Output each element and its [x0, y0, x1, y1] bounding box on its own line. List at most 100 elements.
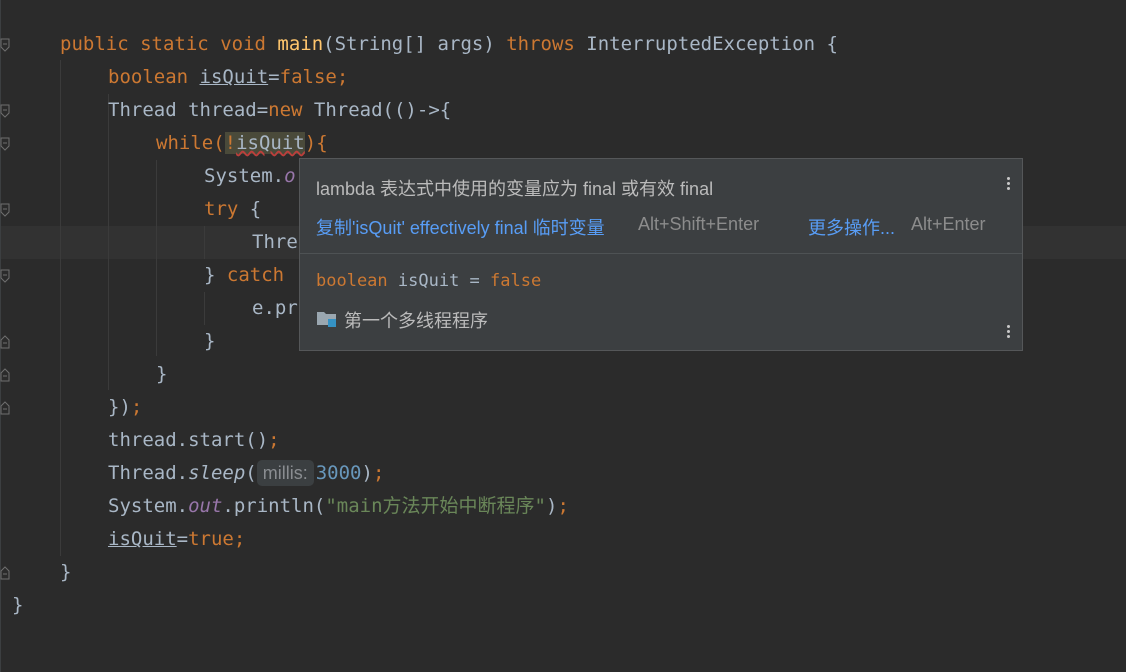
code-line-6: try { — [204, 193, 261, 226]
fold-marker-icon[interactable] — [0, 368, 10, 382]
semicolon: ; — [372, 462, 385, 484]
brace: } — [204, 330, 216, 352]
field: o — [284, 165, 296, 187]
method-call: thread.start() — [108, 429, 269, 451]
brace: } — [60, 561, 72, 583]
paren: ) — [361, 462, 373, 484]
constructor-call: Thread(()->{ — [302, 99, 452, 121]
brace: } — [156, 363, 168, 385]
fold-marker-icon[interactable] — [0, 38, 10, 52]
indent-guide — [204, 226, 205, 259]
declaration: Thread thread= — [108, 99, 269, 121]
paren: ( — [213, 132, 225, 154]
code-line-8: } catch — [204, 259, 284, 292]
literal: false — [490, 271, 542, 291]
inspection-popup: lambda 表达式中使用的变量应为 final 或有效 final 复制'is… — [299, 158, 1023, 351]
code-line-10: } — [204, 325, 215, 358]
code-text: e.pr — [252, 297, 298, 319]
brace: } — [204, 264, 227, 286]
code-line-18: } — [12, 589, 23, 622]
inspection-message: lambda 表达式中使用的变量应为 final 或有效 final — [316, 179, 714, 199]
fold-marker-icon[interactable] — [0, 104, 10, 118]
semicolon: ; — [557, 495, 569, 517]
exception-type: InterruptedException { — [574, 33, 838, 55]
code-text: Thre — [252, 231, 298, 253]
parameter-hint: millis: — [256, 460, 314, 486]
class-ref: System. — [108, 495, 189, 517]
fold-marker-icon[interactable] — [0, 269, 10, 283]
code-line-13: thread.start(); — [108, 424, 280, 457]
module-label: 第一个多线程程序 — [316, 307, 488, 333]
code-line-5: System.o — [204, 160, 296, 193]
paren: ){ — [304, 132, 328, 154]
indent-guide — [156, 160, 157, 356]
method-call: .println( — [222, 495, 326, 517]
operator: ! — [224, 132, 237, 154]
semicolon: ; — [268, 429, 280, 451]
semicolon: ; — [336, 66, 349, 88]
declaration-preview: boolean isQuit = false — [316, 271, 541, 291]
error-highlight[interactable]: !isQuit — [224, 132, 305, 154]
module-name: 第一个多线程程序 — [344, 311, 488, 331]
more-vertical-icon[interactable] — [1004, 175, 1012, 195]
code-line-2: boolean isQuit=false; — [108, 61, 348, 94]
method-name: main — [277, 33, 324, 55]
fold-marker-icon[interactable] — [0, 335, 10, 349]
error-variable[interactable]: isQuit — [236, 132, 305, 154]
code-line-15: System.out.println("main方法开始中断程序"); — [108, 490, 569, 523]
keyword: boolean — [108, 66, 189, 88]
paren: ( — [245, 462, 257, 484]
brace: { — [238, 198, 262, 220]
more-actions-link[interactable]: 更多操作... — [808, 214, 895, 240]
code-line-4: while(!isQuit){ — [156, 127, 328, 160]
code-line-7: Thre — [252, 226, 298, 259]
fold-marker-icon[interactable] — [0, 137, 10, 151]
keyword: static — [140, 33, 209, 55]
quick-fix-shortcut: Alt+Shift+Enter — [638, 214, 760, 234]
semicolon: ; — [233, 528, 246, 550]
code-line-11: } — [156, 358, 167, 391]
code-line-3: Thread thread=new Thread(()->{ — [108, 94, 451, 127]
more-vertical-icon[interactable] — [1004, 323, 1012, 343]
class-ref: System. — [204, 165, 285, 187]
code-line-14: Thread.sleep(millis: 3000); — [108, 457, 384, 490]
brace: }) — [108, 396, 131, 418]
code-line-1: public static void main(String[] args) t… — [60, 28, 838, 61]
keyword: void — [220, 33, 266, 55]
keyword: public — [60, 33, 129, 55]
divider — [300, 253, 1022, 254]
number-literal: 3000 — [315, 462, 362, 484]
brace: } — [12, 594, 24, 616]
literal: true — [188, 528, 234, 550]
operator: = — [268, 66, 280, 88]
class-ref: Thread. — [108, 462, 189, 484]
fold-marker-icon[interactable] — [0, 401, 10, 415]
more-actions-shortcut: Alt+Enter — [911, 214, 986, 234]
static-method: sleep — [188, 462, 246, 484]
code-line-9: e.pr — [252, 292, 298, 325]
literal: false — [279, 66, 337, 88]
declaration-text: isQuit = — [387, 271, 491, 291]
indent-guide — [108, 94, 109, 390]
module-folder-icon — [316, 308, 338, 333]
variable: isQuit — [108, 528, 177, 550]
keyword: boolean — [316, 271, 388, 291]
keyword: new — [268, 99, 303, 121]
code-line-16: isQuit=true; — [108, 523, 245, 556]
paren: ) — [546, 495, 558, 517]
fold-marker-icon[interactable] — [0, 566, 10, 580]
string-literal: "main方法开始中断程序" — [325, 495, 546, 517]
operator: = — [176, 528, 189, 550]
keyword: throws — [506, 33, 575, 55]
indent-guide — [60, 60, 61, 556]
keyword: catch — [226, 264, 285, 286]
field: out — [188, 495, 223, 517]
fold-marker-icon[interactable] — [0, 203, 10, 217]
code-line-17: } — [60, 556, 71, 589]
params: (String[] args) — [323, 33, 507, 55]
code-line-12: }); — [108, 391, 142, 424]
variable: isQuit — [199, 66, 269, 88]
quick-fix-link[interactable]: 复制'isQuit' effectively final 临时变量 — [316, 214, 605, 240]
semicolon: ; — [130, 396, 143, 418]
indent-guide — [204, 292, 205, 325]
